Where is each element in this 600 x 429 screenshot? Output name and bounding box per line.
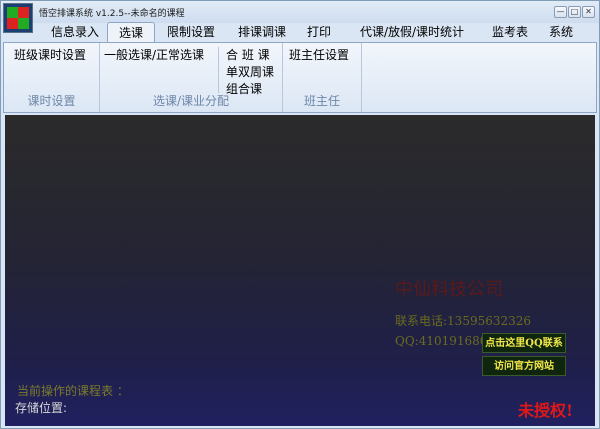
main-window: 悟空排课系统 v1.2.5--未命名的课程 — □ ✕ 信息录入 选课 限制设置… <box>0 0 600 429</box>
current-table-label: 当前操作的课程表 ： <box>17 384 129 398</box>
window-title: 悟空排课系统 v1.2.5--未命名的课程 <box>39 9 185 19</box>
qq-contact-button[interactable]: 点击这里QQ联系 <box>482 333 566 353</box>
tab-restriction-settings[interactable]: 限制设置 <box>161 22 221 42</box>
ribbon-panel: 班级课时设置 课时设置 一般选课/正常选课 合 班 课 单双周课 组合课 选课/… <box>3 42 597 113</box>
merged-class-button[interactable]: 合 班 课 <box>226 46 270 63</box>
tab-course-selection[interactable]: 选课 <box>107 22 155 42</box>
close-button[interactable]: ✕ <box>582 6 595 18</box>
group-label-head-teacher: 班主任 <box>303 94 340 108</box>
tab-print[interactable]: 打印 <box>301 22 337 42</box>
odd-even-week-button[interactable]: 单双周课 <box>226 63 274 80</box>
group-class-hours: 班级课时设置 课时设置 <box>4 43 100 112</box>
group-label-course-assignment: 选课/课业分配 <box>152 94 230 108</box>
ribbon-separator <box>218 47 219 93</box>
general-selection-button[interactable]: 一般选课/正常选课 <box>104 46 204 63</box>
head-teacher-setting-button[interactable]: 班主任设置 <box>289 46 349 63</box>
maximize-button[interactable]: □ <box>568 6 581 18</box>
title-bar: 悟空排课系统 v1.2.5--未命名的课程 — □ ✕ <box>1 1 599 33</box>
website-button[interactable]: 访问官方网站 <box>482 356 566 376</box>
tab-system[interactable]: 系统 <box>543 22 579 42</box>
group-label-class-hours: 课时设置 <box>27 94 76 108</box>
company-name: 中仙科技公司 <box>395 279 503 300</box>
minimize-button[interactable]: — <box>554 6 567 18</box>
tab-exam-invigilation[interactable]: 监考表 <box>486 22 534 42</box>
tab-substitute-stats[interactable]: 代课/放假/课时统计 <box>351 22 473 42</box>
unauthorized-label: 未授权! <box>518 401 574 420</box>
storage-location-label: 存储位置: <box>15 401 68 415</box>
app-logo-icon[interactable] <box>3 3 33 33</box>
tab-scheduling[interactable]: 排课调课 <box>231 22 293 42</box>
contact-phone: 联系电话:13595632326 <box>395 314 532 328</box>
ribbon-tabs: 信息录入 选课 限制设置 排课调课 打印 代课/放假/课时统计 监考表 系统 <box>1 22 599 42</box>
qq-number: QQ:410191680 <box>395 334 488 348</box>
group-head-teacher: 班主任设置 班主任 <box>283 43 362 112</box>
group-course-assignment: 一般选课/正常选课 合 班 课 单双周课 组合课 选课/课业分配 <box>100 43 283 112</box>
main-content: 中仙科技公司 联系电话:13595632326 QQ:410191680 点击这… <box>5 115 595 426</box>
tab-info-entry[interactable]: 信息录入 <box>45 22 105 42</box>
class-hours-setting-button[interactable]: 班级课时设置 <box>14 46 86 63</box>
